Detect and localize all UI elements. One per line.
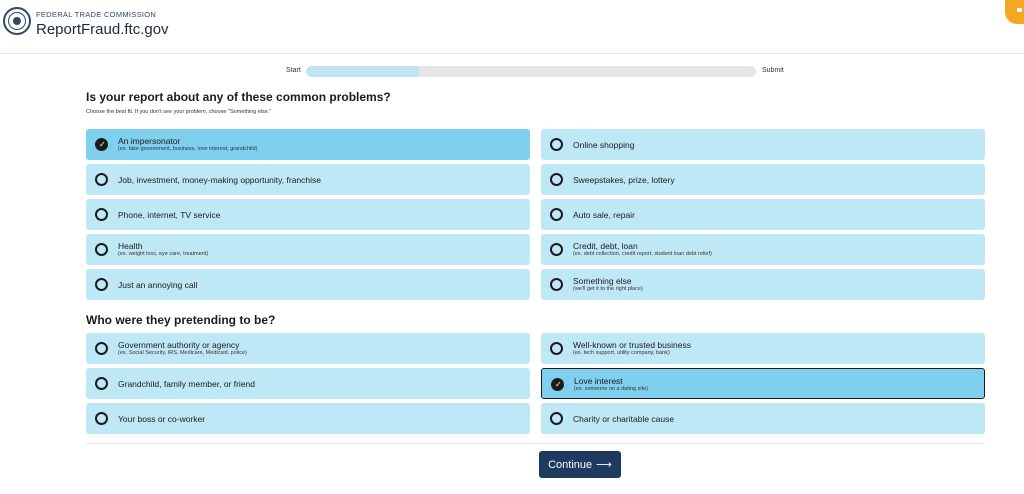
continue-label: Continue <box>548 458 593 471</box>
option-item[interactable]: Health (ex. weight loss, eye care, treatm… <box>86 234 530 265</box>
option-text: Just an annoying call <box>118 269 197 300</box>
option-item[interactable]: Well-known or trusted business (ex. tech … <box>541 333 985 364</box>
option-text: Your boss or co-worker <box>118 403 205 434</box>
radio-icon[interactable] <box>550 173 563 186</box>
site-name[interactable]: ReportFraud.ftc.gov <box>36 21 169 38</box>
option-label: Love interest <box>574 376 623 386</box>
option-label: Auto sale, repair <box>573 209 635 220</box>
radio-icon[interactable] <box>95 208 108 221</box>
option-label: Your boss or co-worker <box>118 413 206 424</box>
option-text: Auto sale, repair <box>573 199 635 230</box>
option-text: Credit, debt, loan (ex. debt collection, … <box>573 234 712 265</box>
continue-button[interactable]: Continue ⟶ <box>539 451 621 478</box>
radio-icon[interactable] <box>550 138 563 151</box>
option-text: Online shopping <box>573 129 634 160</box>
option-description: (ex. weight loss, eye care, treatment) <box>118 251 209 257</box>
option-text: Government authority or agency (ex. Socia… <box>118 333 247 364</box>
radio-icon[interactable] <box>95 342 108 355</box>
section2-title: Who were they pretending to be? <box>86 313 276 327</box>
option-label: An impersonator <box>118 136 181 146</box>
option-text: Sweepstakes, prize, lottery <box>573 164 675 195</box>
option-text: Well-known or trusted business (ex. tech … <box>573 333 691 364</box>
option-label: Job, investment, money-making opportunit… <box>118 174 321 185</box>
radio-icon[interactable] <box>95 278 108 291</box>
option-label: Phone, internet, TV service <box>118 209 221 220</box>
option-label: Sweepstakes, prize, lottery <box>573 174 675 185</box>
option-text: Something else (we'll get it to the right… <box>573 269 643 300</box>
option-text: Love interest (ex. someone on a dating si… <box>574 369 648 400</box>
option-item[interactable]: Just an annoying call <box>86 269 530 300</box>
option-label: Something else <box>573 276 632 286</box>
radio-icon[interactable] <box>550 342 563 355</box>
radio-checked-icon[interactable]: ✓ <box>95 138 108 151</box>
option-item[interactable]: Government authority or agency (ex. Socia… <box>86 333 530 364</box>
progress-fill <box>306 66 419 77</box>
option-text: Charity or charitable cause <box>573 403 674 434</box>
divider <box>86 443 985 444</box>
progress-start-label: Start <box>286 67 301 74</box>
option-text: Job, investment, money-making opportunit… <box>118 164 321 195</box>
chat-bubble-icon[interactable] <box>1005 0 1024 24</box>
option-description: (ex. Social Security, IRS, Medicare, Med… <box>118 350 247 356</box>
option-item[interactable]: Auto sale, repair <box>541 199 985 230</box>
arrow-right-icon: ⟶ <box>596 458 612 471</box>
seal-inner-ring <box>8 12 26 30</box>
option-item[interactable]: Charity or charitable cause <box>541 403 985 434</box>
option-item[interactable]: Credit, debt, loan (ex. debt collection, … <box>541 234 985 265</box>
radio-icon[interactable] <box>550 278 563 291</box>
option-description: (we'll get it to the right place) <box>573 286 643 292</box>
radio-icon[interactable] <box>95 412 108 425</box>
option-label: Credit, debt, loan <box>573 241 638 251</box>
option-item[interactable]: ✓ An impersonator (ex. fake government, bu… <box>86 129 530 160</box>
radio-icon[interactable] <box>95 173 108 186</box>
option-item[interactable]: Grandchild, family member, or friend <box>86 368 530 399</box>
option-item[interactable]: ✓ Love interest (ex. someone on a dating s… <box>541 368 985 399</box>
option-label: Online shopping <box>573 139 635 150</box>
option-label: Grandchild, family member, or friend <box>118 378 255 389</box>
option-item[interactable]: Your boss or co-worker <box>86 403 530 434</box>
option-text: Grandchild, family member, or friend <box>118 368 255 399</box>
option-label: Well-known or trusted business <box>573 340 691 350</box>
option-description: (ex. fake government, business, love int… <box>118 146 258 152</box>
checkmark-icon: ✓ <box>555 380 562 389</box>
option-text: Phone, internet, TV service <box>118 199 220 230</box>
radio-checked-icon[interactable]: ✓ <box>551 378 564 391</box>
option-label: Just an annoying call <box>118 279 198 290</box>
option-text: An impersonator (ex. fake government, bus… <box>118 129 257 160</box>
option-item[interactable]: Sweepstakes, prize, lottery <box>541 164 985 195</box>
radio-icon[interactable] <box>550 243 563 256</box>
option-label: Health <box>118 241 143 251</box>
radio-icon[interactable] <box>550 208 563 221</box>
seal-core <box>13 17 21 25</box>
radio-icon[interactable] <box>550 412 563 425</box>
radio-icon[interactable] <box>95 243 108 256</box>
option-text: Health (ex. weight loss, eye care, treatm… <box>118 234 208 265</box>
section1-title: Is your report about any of these common… <box>86 90 391 104</box>
checkmark-icon: ✓ <box>99 140 106 149</box>
section1-subtitle: Choose the best fit. If you don't see yo… <box>86 109 272 115</box>
progress-track <box>306 66 756 77</box>
agency-name: FEDERAL TRADE COMMISSION <box>36 10 157 19</box>
progress-end-label: Submit <box>762 67 784 74</box>
option-item[interactable]: Online shopping <box>541 129 985 160</box>
radio-icon[interactable] <box>95 377 108 390</box>
option-item[interactable]: Phone, internet, TV service <box>86 199 530 230</box>
option-label: Government authority or agency <box>118 340 240 350</box>
option-item[interactable]: Something else (we'll get it to the right… <box>541 269 985 300</box>
chat-dot <box>1017 8 1022 12</box>
option-description: (ex. someone on a dating site) <box>574 386 648 392</box>
option-item[interactable]: Job, investment, money-making opportunit… <box>86 164 530 195</box>
ftc-seal-icon[interactable] <box>3 7 31 35</box>
option-description: (ex. debt collection, credit report, stu… <box>573 251 712 257</box>
progress-bar: Start Submit <box>0 64 1024 80</box>
site-header: FEDERAL TRADE COMMISSION ReportFraud.ftc… <box>0 0 1024 54</box>
option-label: Charity or charitable cause <box>573 413 675 424</box>
option-description: (ex. tech support, utility company, bank… <box>573 350 670 356</box>
